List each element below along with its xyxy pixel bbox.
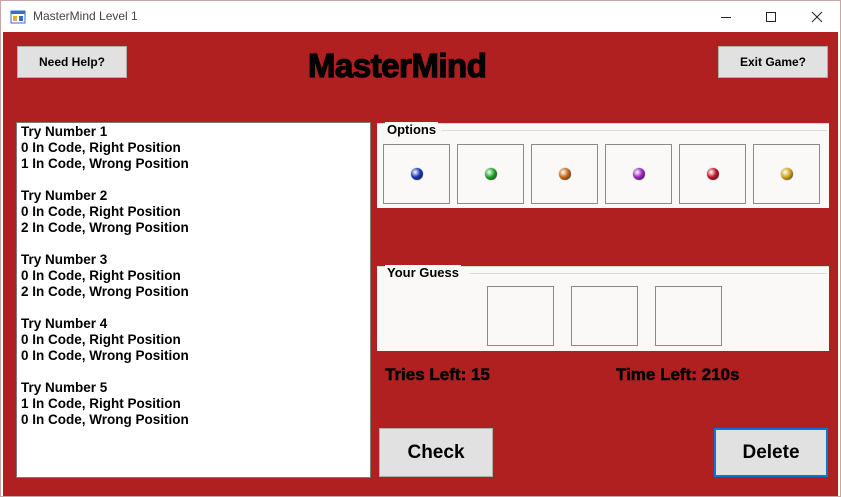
title-bar: MasterMind Level 1	[1, 1, 840, 32]
app-icon	[10, 10, 26, 24]
guess-group: Your Guess	[377, 265, 829, 351]
guess-slot-1[interactable]	[487, 286, 554, 346]
orange-ball-icon	[558, 168, 571, 180]
option-blue[interactable]	[383, 144, 450, 204]
option-purple[interactable]	[605, 144, 672, 204]
guess-slot-2[interactable]	[571, 286, 638, 346]
tries-log[interactable]: Try Number 1 0 In Code, Right Position 1…	[16, 122, 371, 478]
guess-label: Your Guess	[385, 265, 462, 280]
yellow-ball-icon	[780, 168, 793, 180]
game-area: Need Help? MasterMind Exit Game? Try Num…	[3, 32, 838, 496]
option-yellow[interactable]	[753, 144, 820, 204]
delete-button[interactable]: Delete	[714, 428, 828, 477]
need-help-button[interactable]: Need Help?	[17, 46, 127, 78]
window-title: MasterMind Level 1	[33, 9, 138, 23]
option-red[interactable]	[679, 144, 746, 204]
blue-ball-icon	[410, 168, 423, 180]
close-button[interactable]	[794, 1, 840, 32]
option-orange[interactable]	[531, 144, 598, 204]
exit-game-button[interactable]: Exit Game?	[718, 46, 828, 78]
green-ball-icon	[484, 168, 497, 180]
app-window: MasterMind Level 1 Need Help? MasterMind…	[0, 0, 841, 497]
options-label: Options	[385, 122, 439, 137]
maximize-icon	[766, 11, 776, 22]
minimize-button[interactable]	[703, 1, 749, 32]
red-ball-icon	[706, 168, 719, 180]
app-heading: MasterMind	[307, 46, 487, 84]
check-button[interactable]: Check	[379, 428, 493, 477]
options-group: Options	[377, 122, 829, 208]
option-green[interactable]	[457, 144, 524, 204]
purple-ball-icon	[632, 168, 645, 180]
guess-slot-3[interactable]	[655, 286, 722, 346]
maximize-button[interactable]	[748, 1, 794, 32]
close-icon	[811, 11, 823, 22]
time-left-label: Time Left: 210s	[616, 365, 740, 385]
tries-left-label: Tries Left: 15	[385, 365, 490, 385]
minimize-icon	[721, 16, 731, 18]
